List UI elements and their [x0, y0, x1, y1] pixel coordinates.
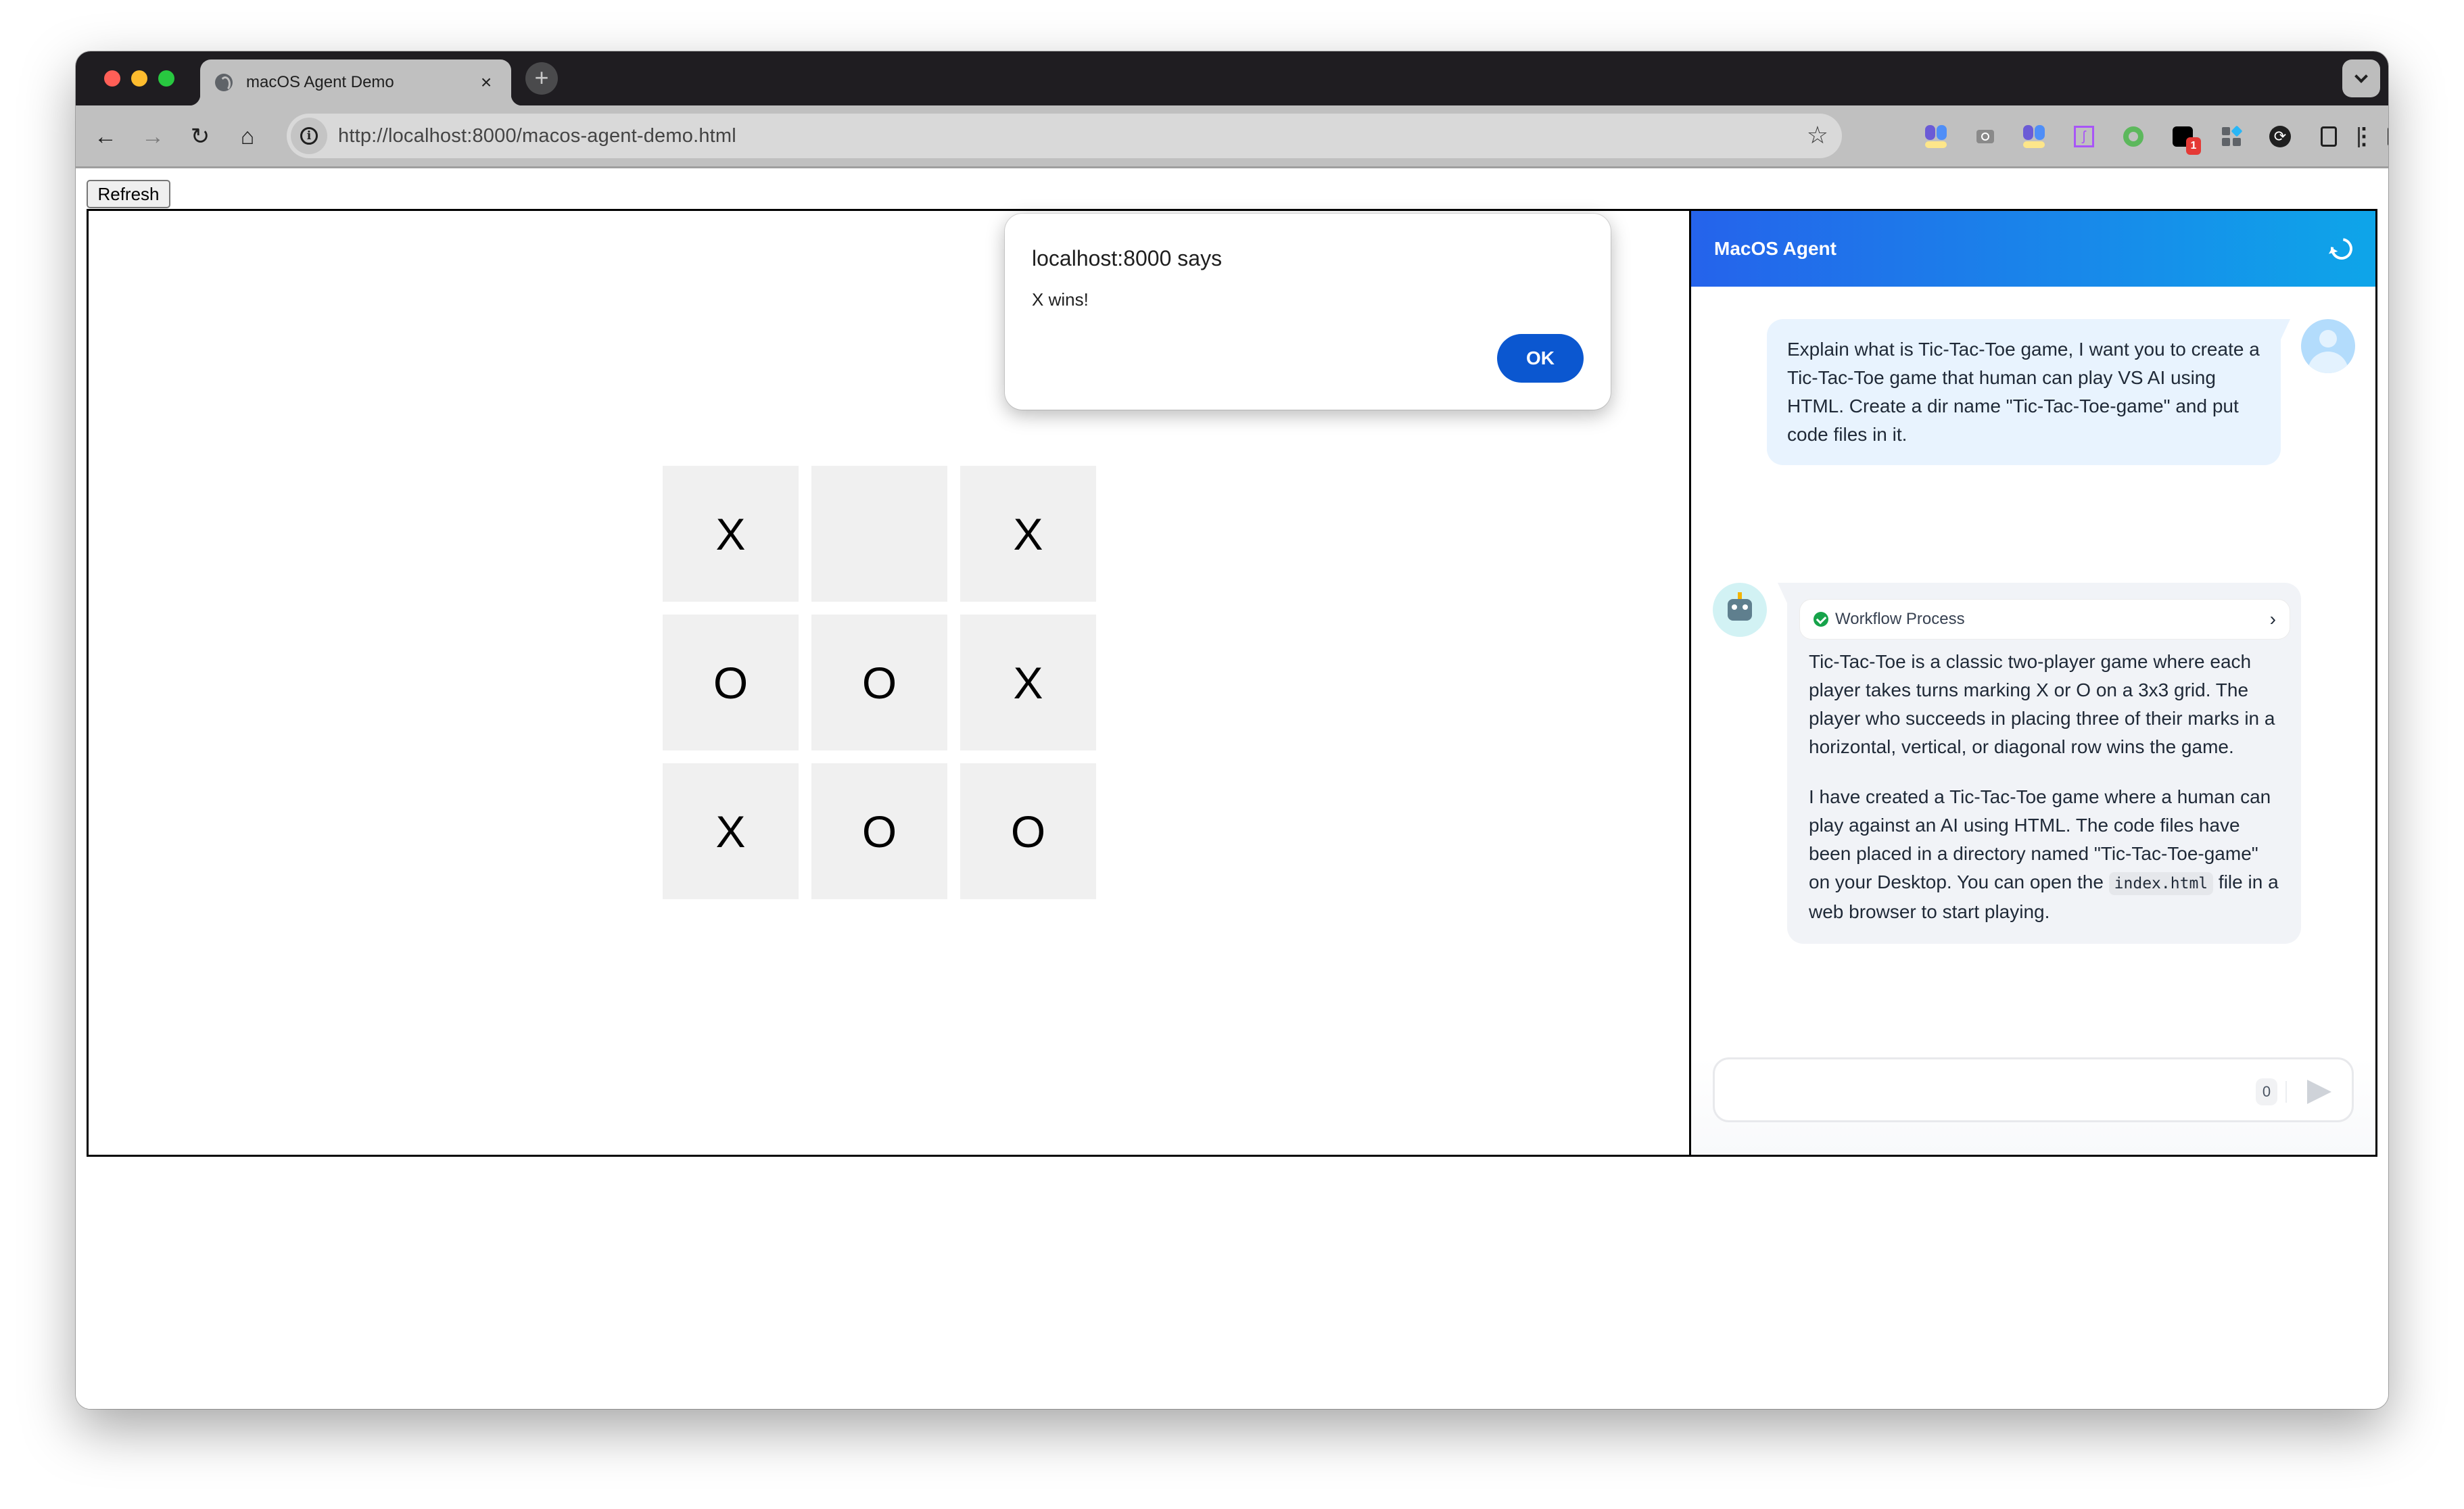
board-cell[interactable]: X: [960, 615, 1096, 750]
workflow-label: Workflow Process: [1835, 610, 1965, 628]
side-panel-button[interactable]: [2382, 122, 2388, 151]
chat-panel: MacOS Agent Explain what is Tic-Tac-Toe …: [1691, 211, 2375, 1155]
dialog-title: localhost:8000 says: [1032, 246, 1223, 270]
composer-divider: [2285, 1081, 2287, 1103]
user-avatar-icon: [2301, 319, 2355, 373]
back-button[interactable]: ←: [92, 123, 119, 150]
info-icon: i: [300, 127, 318, 145]
tab-close-icon[interactable]: ×: [476, 72, 496, 93]
home-button[interactable]: ⌂: [234, 123, 261, 150]
send-icon[interactable]: [2307, 1080, 2331, 1104]
url-text[interactable]: http://localhost:8000/macos-agent-demo.h…: [338, 125, 736, 147]
check-circle-icon: [1814, 612, 1828, 627]
refresh-button[interactable]: Refresh: [87, 180, 170, 208]
site-info-button[interactable]: i: [291, 118, 327, 154]
reset-icon[interactable]: [2326, 233, 2357, 264]
inline-code: index.html: [2108, 872, 2214, 895]
tab-search-button[interactable]: [2342, 59, 2380, 97]
bookmark-star-icon[interactable]: ☆: [1807, 122, 1828, 149]
address-bar[interactable]: i http://localhost:8000/macos-agent-demo…: [287, 114, 1842, 158]
board-cell[interactable]: X: [663, 763, 799, 899]
chevron-down-icon: [2354, 70, 2368, 83]
board-cell[interactable]: O: [811, 615, 947, 750]
extension-icon: ʃ: [2074, 126, 2094, 147]
chevron-right-icon: ›: [2269, 608, 2276, 629]
forward-button[interactable]: →: [139, 123, 166, 150]
char-counter: 0: [2256, 1078, 2277, 1105]
puzzle-icon: [2321, 126, 2337, 147]
user-message-bubble: Explain what is Tic-Tac-Toe game, I want…: [1767, 319, 2290, 465]
composer-area: 0: [1691, 1057, 2375, 1155]
robot-avatar-icon: [1713, 583, 1767, 637]
bot-message: Workflow Process › Tic-Tac-Toe is a clas…: [1713, 583, 2301, 944]
chat-header: MacOS Agent: [1691, 211, 2375, 287]
reload-button[interactable]: ↻: [187, 123, 214, 150]
close-window-button[interactable]: [104, 70, 120, 87]
tic-tac-toe-board: X X O O X X O O: [663, 466, 1096, 899]
tab-title: macOS Agent Demo: [246, 73, 394, 91]
board-cell[interactable]: [811, 466, 947, 602]
ok-button[interactable]: OK: [1497, 334, 1584, 383]
extension-button[interactable]: 1: [2168, 122, 2201, 155]
extension-button[interactable]: [1922, 122, 1951, 151]
maximize-window-button[interactable]: [158, 70, 174, 87]
apps-grid-icon: [2222, 125, 2243, 146]
board-cell[interactable]: O: [960, 763, 1096, 899]
bot-message-text: Tic-Tac-Toe is a classic two-player game…: [1799, 640, 2290, 926]
composer: 0: [1713, 1057, 2354, 1122]
user-message: Explain what is Tic-Tac-Toe game, I want…: [1767, 319, 2355, 465]
ring-icon: [2123, 126, 2143, 147]
board-cell[interactable]: O: [663, 615, 799, 750]
notification-badge: 1: [2186, 137, 2201, 155]
browser-tab[interactable]: macOS Agent Demo ×: [189, 59, 522, 105]
board-cell[interactable]: X: [663, 466, 799, 602]
bot-paragraph: I have created a Tic-Tac-Toe game where …: [1809, 783, 2281, 926]
extension-icon: 1: [2173, 126, 2201, 155]
extension-button[interactable]: [2118, 122, 2148, 151]
camera-icon: [1976, 130, 1994, 143]
workflow-process-toggle[interactable]: Workflow Process ›: [1799, 599, 2290, 640]
browser-window: macOS Agent Demo × + ← → ↻ ⌂ i http://lo…: [76, 51, 2388, 1409]
bot-paragraph: Tic-Tac-Toe is a classic two-player game…: [1809, 651, 2275, 757]
extension-button[interactable]: ⟳: [2265, 122, 2295, 151]
chat-input[interactable]: [1728, 1066, 2256, 1113]
minimize-window-button[interactable]: [131, 70, 147, 87]
alert-dialog: localhost:8000 says X wins! OK: [1005, 214, 1611, 410]
bot-message-bubble: Workflow Process › Tic-Tac-Toe is a clas…: [1778, 583, 2301, 944]
board-cell[interactable]: X: [960, 466, 1096, 602]
extension-button[interactable]: [2217, 122, 2246, 151]
message-list: Explain what is Tic-Tac-Toe game, I want…: [1691, 287, 2375, 1057]
extension-icon: [1925, 125, 1948, 148]
chat-title: MacOS Agent: [1714, 238, 1837, 259]
browser-menu-button[interactable]: ⋮: [2349, 122, 2379, 151]
extensions-menu-button[interactable]: [2314, 122, 2344, 151]
desktop: macOS Agent Demo × + ← → ↻ ⌂ i http://lo…: [0, 0, 2464, 1509]
extension-icon: [2023, 125, 2046, 148]
extension-button[interactable]: [1970, 122, 2000, 151]
new-tab-button[interactable]: +: [525, 62, 558, 95]
globe-icon: [215, 74, 233, 91]
extension-button[interactable]: [2020, 122, 2050, 151]
board-cell[interactable]: O: [811, 763, 947, 899]
extension-button[interactable]: ʃ: [2069, 122, 2099, 151]
dialog-message: X wins!: [1032, 289, 1089, 310]
tab-strip: macOS Agent Demo × +: [76, 51, 2388, 105]
browser-toolbar: ← → ↻ ⌂ i http://localhost:8000/macos-ag…: [76, 105, 2388, 168]
sync-icon: ⟳: [2269, 126, 2291, 147]
